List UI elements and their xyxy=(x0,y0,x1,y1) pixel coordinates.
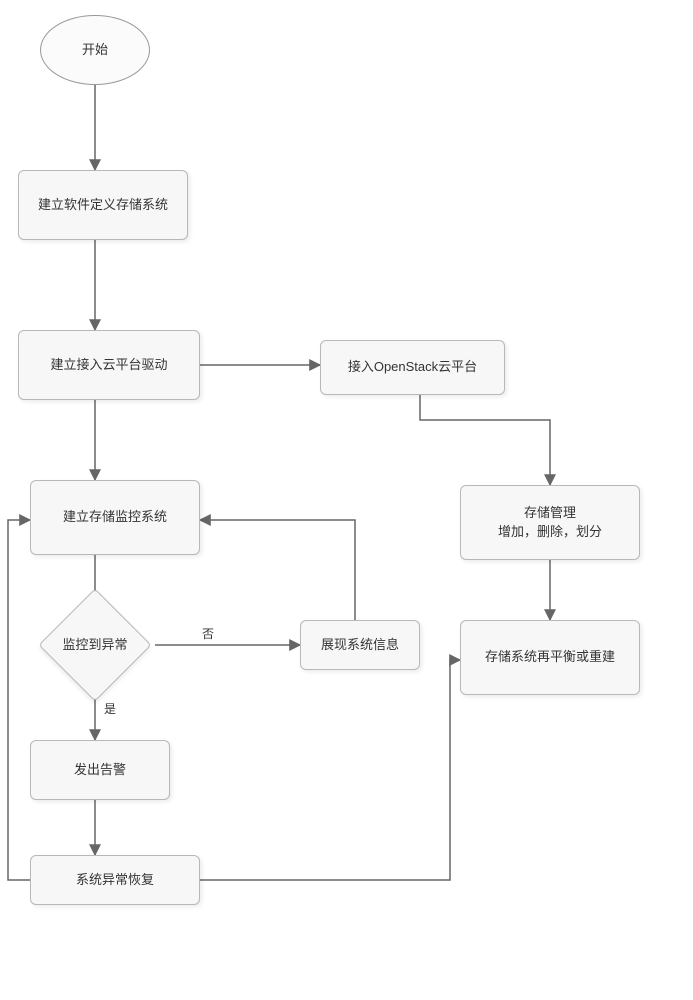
build-monitor-node: 建立存储监控系统 xyxy=(30,480,200,555)
storage-mgmt-node: 存储管理 增加，删除，划分 xyxy=(460,485,640,560)
show-info-label: 展现系统信息 xyxy=(321,636,399,654)
recover-label: 系统异常恢复 xyxy=(76,871,154,889)
rebalance-node: 存储系统再平衡或重建 xyxy=(460,620,640,695)
build-driver-node: 建立接入云平台驱动 xyxy=(18,330,200,400)
show-info-node: 展现系统信息 xyxy=(300,620,420,670)
build-sds-label: 建立软件定义存储系统 xyxy=(38,196,168,214)
rebalance-label: 存储系统再平衡或重建 xyxy=(485,648,615,666)
start-label: 开始 xyxy=(82,41,108,59)
alarm-label: 发出告警 xyxy=(74,761,126,779)
build-monitor-label: 建立存储监控系统 xyxy=(63,508,167,526)
storage-mgmt-label: 存储管理 增加，删除，划分 xyxy=(498,504,602,540)
recover-node: 系统异常恢复 xyxy=(30,855,200,905)
decision-node: 监控到异常 xyxy=(55,605,135,685)
connect-openstack-node: 接入OpenStack云平台 xyxy=(320,340,505,395)
build-sds-node: 建立软件定义存储系统 xyxy=(18,170,188,240)
edge-no-label: 否 xyxy=(200,625,216,642)
start-node: 开始 xyxy=(40,15,150,85)
alarm-node: 发出告警 xyxy=(30,740,170,800)
decision-label: 监控到异常 xyxy=(62,636,127,654)
edge-yes-label: 是 xyxy=(102,700,118,717)
connect-openstack-label: 接入OpenStack云平台 xyxy=(348,358,477,376)
build-driver-label: 建立接入云平台驱动 xyxy=(50,356,167,374)
